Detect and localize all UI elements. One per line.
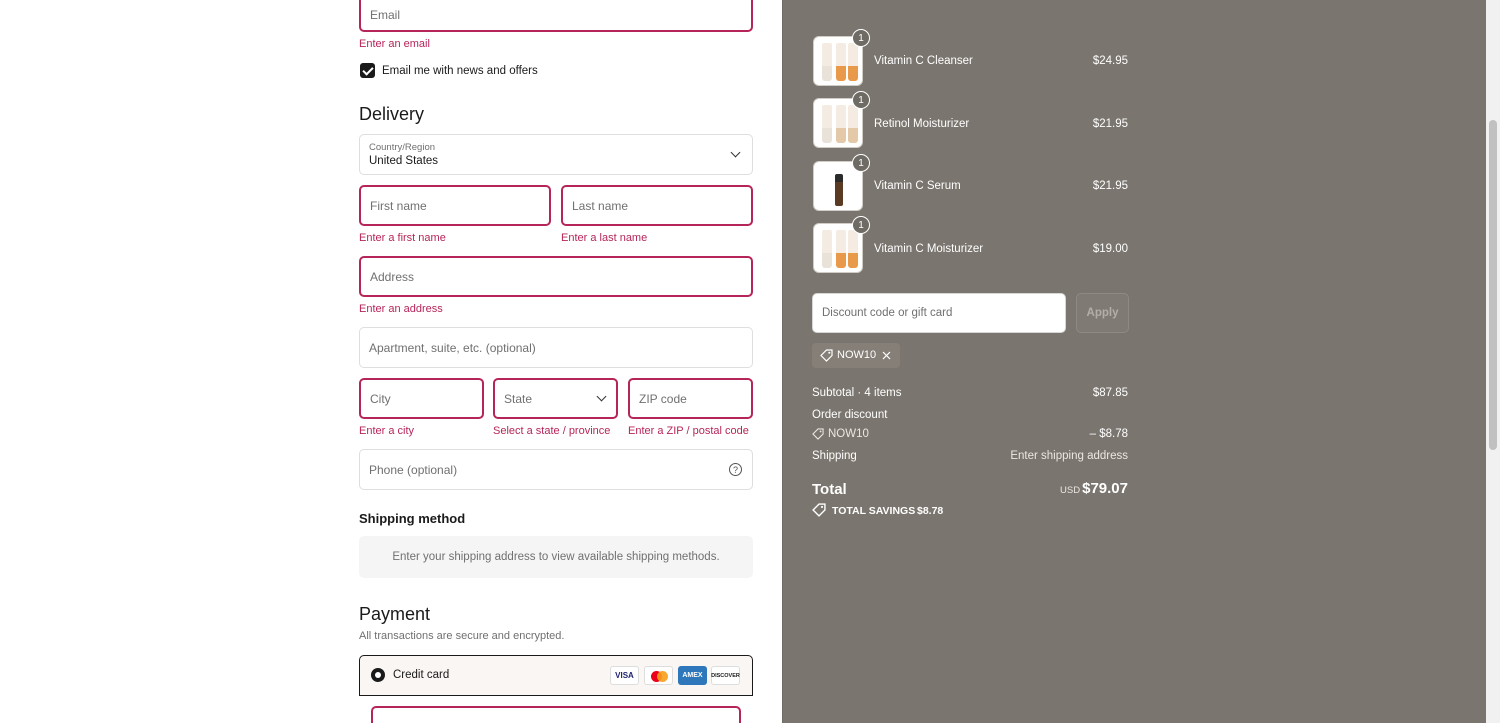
state-placeholder: State bbox=[504, 391, 533, 406]
apply-button[interactable]: Apply bbox=[1076, 293, 1129, 333]
email-placeholder: Email bbox=[370, 8, 401, 22]
last-name-error: Enter a last name bbox=[561, 232, 648, 244]
total-value: $79.07 bbox=[1082, 480, 1128, 497]
country-value: United States bbox=[369, 155, 439, 167]
item-price: $24.95 bbox=[1092, 55, 1128, 67]
tag-icon bbox=[812, 503, 826, 517]
country-select[interactable]: Country/Region United States bbox=[359, 134, 753, 175]
payment-subtitle: All transactions are secure and encrypte… bbox=[359, 630, 565, 642]
quantity-badge: 1 bbox=[852, 216, 870, 234]
discover-icon: DISCOVER bbox=[711, 666, 740, 685]
address-field[interactable]: Address bbox=[359, 256, 753, 297]
last-name-field[interactable]: Last name bbox=[561, 185, 753, 226]
order-discount-label: Order discount bbox=[812, 409, 888, 421]
first-name-field[interactable]: First name bbox=[359, 185, 551, 226]
country-label: Country/Region bbox=[369, 142, 436, 153]
phone-placeholder: Phone (optional) bbox=[369, 462, 458, 477]
newsletter-checkbox[interactable] bbox=[360, 63, 375, 78]
scrollbar[interactable] bbox=[1486, 0, 1500, 723]
phone-field[interactable]: Phone (optional) ? bbox=[359, 449, 753, 490]
city-placeholder: City bbox=[370, 391, 391, 406]
quantity-badge: 1 bbox=[852, 29, 870, 47]
zip-placeholder: ZIP code bbox=[639, 391, 687, 406]
item-name: Vitamin C Moisturizer bbox=[874, 243, 984, 255]
quantity-badge: 1 bbox=[852, 154, 870, 172]
product-thumbnail: 1 bbox=[813, 91, 870, 148]
discount-placeholder: Discount code or gift card bbox=[822, 307, 953, 319]
item-name: Vitamin C Serum bbox=[874, 180, 961, 192]
apply-label: Apply bbox=[1086, 307, 1119, 319]
apartment-field[interactable]: Apartment, suite, etc. (optional) bbox=[359, 327, 753, 368]
item-price: $19.00 bbox=[1092, 243, 1128, 255]
discount-input[interactable]: Discount code or gift card bbox=[812, 293, 1066, 333]
close-icon[interactable] bbox=[882, 351, 891, 360]
subtotal-label: Subtotal · 4 items bbox=[812, 387, 902, 399]
discount-chip-code: NOW10 bbox=[837, 349, 877, 361]
card-number-field[interactable] bbox=[371, 706, 741, 723]
total-currency: USD bbox=[1060, 485, 1081, 496]
item-price: $21.95 bbox=[1092, 180, 1128, 192]
total-savings-value: $8.78 bbox=[917, 505, 944, 517]
item-name: Vitamin C Cleanser bbox=[874, 55, 973, 67]
product-thumbnail: 1 bbox=[813, 154, 870, 211]
zip-field[interactable]: ZIP code bbox=[628, 378, 753, 419]
first-name-error: Enter a first name bbox=[359, 232, 446, 244]
tag-icon bbox=[820, 349, 833, 362]
product-thumbnail: 1 bbox=[813, 216, 870, 273]
zip-error: Enter a ZIP / postal code bbox=[628, 425, 749, 437]
product-thumbnail: 1 bbox=[813, 29, 870, 86]
serum-bottle bbox=[835, 174, 843, 206]
payment-heading: Payment bbox=[359, 604, 431, 624]
address-error: Enter an address bbox=[359, 303, 443, 315]
visa-icon: VISA bbox=[610, 666, 639, 685]
shipping-value: Enter shipping address bbox=[1010, 450, 1128, 462]
state-error: Select a state / province bbox=[493, 425, 611, 437]
city-error: Enter a city bbox=[359, 425, 415, 437]
chevron-down-icon bbox=[596, 391, 607, 402]
shipping-method-notice: Enter your shipping address to view avai… bbox=[359, 536, 753, 578]
radio-selected[interactable] bbox=[371, 668, 385, 682]
apartment-placeholder: Apartment, suite, etc. (optional) bbox=[369, 340, 536, 355]
quantity-badge: 1 bbox=[852, 91, 870, 109]
newsletter-label: Email me with news and offers bbox=[382, 65, 538, 77]
help-icon[interactable]: ? bbox=[729, 463, 742, 476]
tag-icon bbox=[812, 428, 824, 440]
discount-value: – $8.78 bbox=[1089, 428, 1128, 440]
total-label: Total bbox=[812, 481, 847, 498]
checkout-form: Email Enter an email Email me with news … bbox=[0, 0, 782, 723]
item-price: $21.95 bbox=[1092, 118, 1128, 130]
shipping-label: Shipping bbox=[812, 450, 857, 462]
shipping-notice-text: Enter your shipping address to view avai… bbox=[392, 551, 720, 563]
subtotal-value: $87.85 bbox=[1092, 387, 1128, 399]
scrollbar-thumb[interactable] bbox=[1489, 120, 1497, 450]
total-savings-label: TOTAL SAVINGS bbox=[832, 505, 916, 517]
discount-chip: NOW10 bbox=[812, 343, 900, 368]
mastercard-icon bbox=[644, 666, 673, 685]
address-placeholder: Address bbox=[370, 269, 415, 284]
state-select[interactable]: State bbox=[493, 378, 618, 419]
amex-icon: AMEX bbox=[678, 666, 707, 685]
item-name: Retinol Moisturizer bbox=[874, 118, 970, 130]
shipping-method-heading: Shipping method bbox=[359, 511, 466, 526]
email-field[interactable]: Email bbox=[359, 0, 753, 32]
email-error: Enter an email bbox=[359, 38, 430, 50]
city-field[interactable]: City bbox=[359, 378, 484, 419]
delivery-heading: Delivery bbox=[359, 104, 425, 124]
credit-card-label: Credit card bbox=[393, 669, 450, 681]
first-name-placeholder: First name bbox=[370, 198, 427, 213]
last-name-placeholder: Last name bbox=[572, 198, 629, 213]
discount-code: NOW10 bbox=[828, 428, 869, 440]
